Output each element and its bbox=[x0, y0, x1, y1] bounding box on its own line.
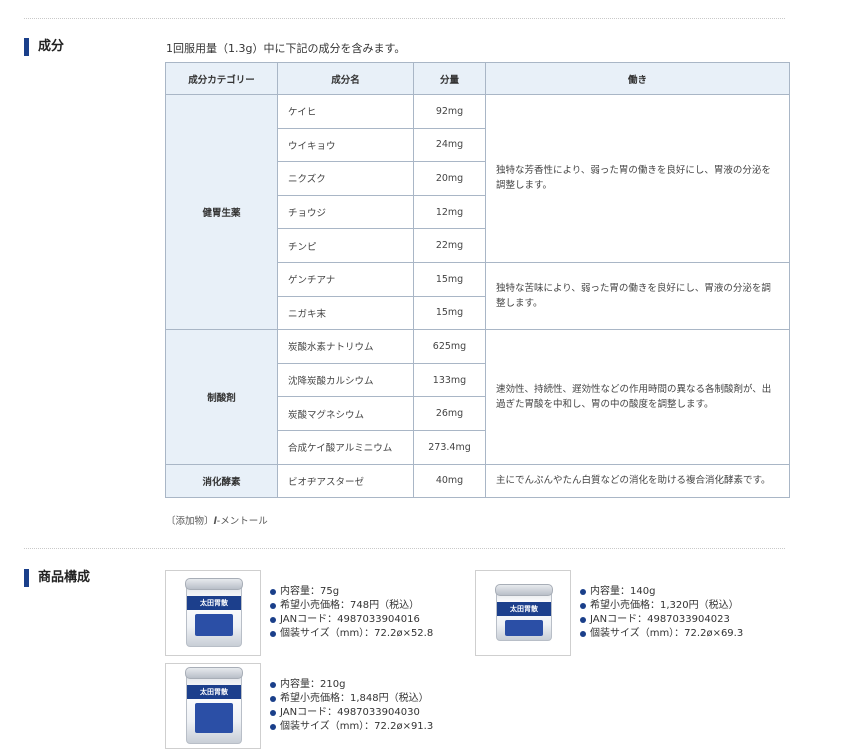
ingredient-amount: 133mg bbox=[413, 362, 486, 398]
note-suffix: -メントール bbox=[216, 516, 268, 527]
product-image[interactable]: 太田胃散 bbox=[475, 570, 571, 656]
detail-jan: JANコード：4987033904016 bbox=[269, 613, 433, 627]
ingredient-amount: 625mg bbox=[413, 329, 486, 364]
ingredient-amount: 26mg bbox=[413, 396, 486, 431]
effect-cell: 独特な苦味により、弱った胃の働きを良好にし、胃液の分泌を調整します。 bbox=[485, 261, 790, 331]
can-blue-panel bbox=[505, 620, 543, 636]
can-label: 太田胃散 bbox=[200, 599, 228, 607]
ingredients-table: 成分カテゴリー 成分名 分量 働き 健胃生薬 ケイヒ 92mg 独特な芳香性によ… bbox=[165, 62, 790, 499]
section-divider bbox=[24, 548, 785, 549]
can-blue-panel bbox=[195, 703, 233, 733]
effect-cell: 主にでんぷんやたん白質などの消化を助ける複合消化酵素です。 bbox=[485, 463, 790, 499]
table-row: 健胃生薬 ケイヒ 92mg 独特な芳香性により、弱った胃の働きを良好にし、胃液の… bbox=[165, 93, 790, 331]
category-cell: 制酸剤 bbox=[165, 329, 278, 465]
table-header-row: 成分カテゴリー 成分名 分量 働き bbox=[165, 62, 790, 95]
ingredient-amount: 20mg bbox=[413, 161, 486, 196]
can-blue-panel bbox=[195, 614, 233, 636]
ingredient-name: 沈降炭酸カルシウム bbox=[277, 362, 414, 398]
ingredient-name: ケイヒ bbox=[277, 94, 414, 129]
ingredient-amount: 15mg bbox=[413, 261, 486, 297]
category-cell: 消化酵素 bbox=[165, 463, 278, 499]
detail-price: 希望小売価格：1,848円（税込） bbox=[269, 692, 433, 706]
header-effect: 働き bbox=[485, 62, 790, 95]
detail-volume: 内容量：75g bbox=[269, 585, 433, 599]
detail-jan: JANコード：4987033904023 bbox=[579, 613, 743, 627]
detail-size: 個装サイズ（mm）：72.2ø×91.3 bbox=[269, 720, 433, 734]
ingredient-name: 炭酸マグネシウム bbox=[277, 396, 414, 431]
can-label-band: 太田胃散 bbox=[187, 685, 241, 699]
effect-cell: 速効性、持続性、遅効性などの作用時間の異なる各制酸剤が、出過ぎた胃酸を中和し、胃… bbox=[485, 329, 790, 465]
can-illustration: 太田胃散 bbox=[185, 667, 243, 744]
table-row: 消化酵素 ビオヂアスターゼ 40mg 主にでんぷんやたん白質などの消化を助ける複… bbox=[165, 463, 790, 499]
product-details: 内容量：140g 希望小売価格：1,320円（税込） JANコード：498703… bbox=[579, 585, 743, 641]
detail-price: 希望小売価格：1,320円（税込） bbox=[579, 599, 743, 613]
additive-note: 〔添加物〕l-メントール bbox=[166, 513, 268, 527]
product-image[interactable]: 太田胃散 bbox=[165, 663, 261, 749]
ingredient-amount: 273.4mg bbox=[413, 429, 486, 465]
table-row: 制酸剤 炭酸水素ナトリウム 625mg 速効性、持続性、遅効性などの作用時間の異… bbox=[165, 329, 790, 465]
header-amount: 分量 bbox=[413, 62, 486, 95]
can-label: 太田胃散 bbox=[510, 605, 538, 613]
ingredient-name: ビオヂアスターゼ bbox=[277, 463, 414, 499]
effect-cell: 独特な芳香性により、弱った胃の働きを良好にし、胃液の分泌を調整します。 bbox=[485, 94, 790, 263]
ingredient-name: 合成ケイ酸アルミニウム bbox=[277, 429, 414, 465]
can-lid bbox=[185, 578, 243, 590]
ingredient-amount: 40mg bbox=[413, 463, 486, 499]
ingredient-name: チョウジ bbox=[277, 194, 414, 230]
ingredient-amount: 22mg bbox=[413, 228, 486, 263]
product-details: 内容量：210g 希望小売価格：1,848円（税込） JANコード：498703… bbox=[269, 678, 433, 734]
detail-price: 希望小売価格：748円（税込） bbox=[269, 599, 433, 613]
ingredient-name: ニクズク bbox=[277, 161, 414, 196]
note-prefix: 〔添加物〕 bbox=[166, 516, 214, 527]
detail-size: 個装サイズ（mm）：72.2ø×52.8 bbox=[269, 627, 433, 641]
ingredient-name: ニガキ末 bbox=[277, 295, 414, 331]
can-lid bbox=[495, 584, 553, 596]
header-name: 成分名 bbox=[277, 62, 414, 95]
detail-volume: 内容量：210g bbox=[269, 678, 433, 692]
can-lid bbox=[185, 667, 243, 679]
can-label-band: 太田胃散 bbox=[187, 596, 241, 610]
detail-jan: JANコード：4987033904030 bbox=[269, 706, 433, 720]
can-illustration: 太田胃散 bbox=[185, 578, 243, 647]
ingredient-name: チンピ bbox=[277, 228, 414, 263]
product-details: 内容量：75g 希望小売価格：748円（税込） JANコード：498703390… bbox=[269, 585, 433, 641]
ingredient-amount: 12mg bbox=[413, 194, 486, 230]
header-category: 成分カテゴリー bbox=[165, 62, 278, 95]
category-cell: 健胃生薬 bbox=[165, 93, 278, 331]
ingredient-name: ウイキョウ bbox=[277, 127, 414, 163]
can-label: 太田胃散 bbox=[200, 688, 228, 696]
product-image[interactable]: 太田胃散 bbox=[165, 570, 261, 656]
can-label-band: 太田胃散 bbox=[497, 602, 551, 616]
ingredient-name: 炭酸水素ナトリウム bbox=[277, 329, 414, 364]
can-illustration: 太田胃散 bbox=[495, 584, 553, 641]
section-title-ingredients: 成分 bbox=[24, 38, 64, 56]
top-divider bbox=[24, 18, 785, 19]
section-title-products: 商品構成 bbox=[24, 569, 90, 587]
ingredient-amount: 15mg bbox=[413, 295, 486, 331]
ingredient-name: ゲンチアナ bbox=[277, 261, 414, 297]
intro-text: 1回服用量（1.3g）中に下記の成分を含みます。 bbox=[166, 42, 406, 55]
ingredient-amount: 92mg bbox=[413, 94, 486, 129]
detail-size: 個装サイズ（mm）：72.2ø×69.3 bbox=[579, 627, 743, 641]
ingredient-amount: 24mg bbox=[413, 127, 486, 163]
detail-volume: 内容量：140g bbox=[579, 585, 743, 599]
